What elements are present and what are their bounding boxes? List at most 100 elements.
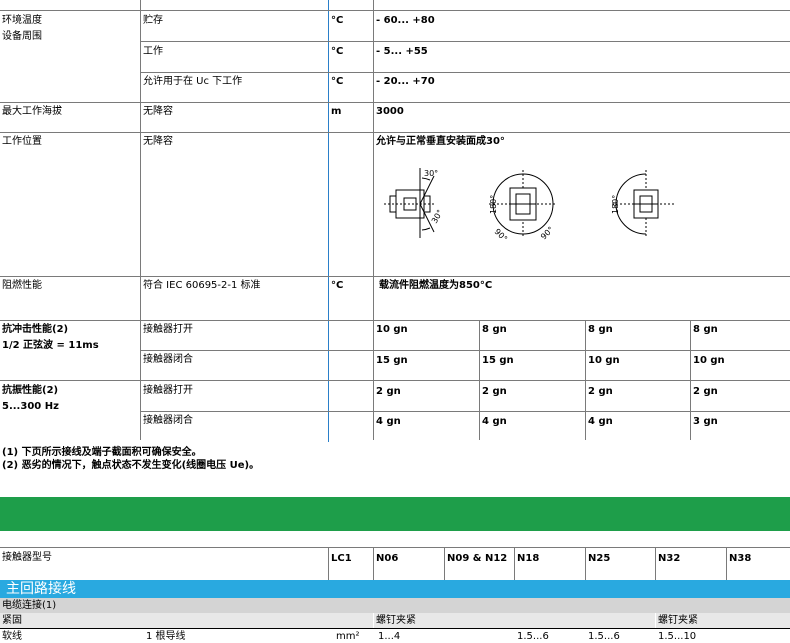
shock-condition: 接触器打开 [143, 324, 193, 335]
env-condition: 贮存 [143, 15, 163, 26]
row-divider [0, 380, 790, 381]
mounting-position-diagram: 30° 30° 180° 90° 90° 180° [384, 168, 676, 243]
contactor-model: N38 [729, 553, 752, 564]
row-divider [0, 102, 790, 103]
vibration-label: 抗振性能(2) [2, 385, 59, 396]
row-divider [0, 10, 790, 11]
row-divider [0, 320, 790, 321]
flame-condition: 符合 IEC 60695-2-1 标准 [143, 280, 261, 291]
env-unit: °C [331, 46, 344, 57]
footnote: (1) 下页所示接线及端子截面积可确保安全。 [2, 447, 202, 458]
contactor-label: 接触器型号 [2, 552, 52, 563]
row-divider [0, 628, 790, 629]
cable-label: 电缆连接(1) [2, 600, 57, 611]
column-divider [585, 547, 586, 580]
shock-value: 10 gn [588, 355, 620, 366]
column-divider [373, 547, 374, 580]
altitude-label: 最大工作海拔 [2, 106, 62, 117]
main-circuit-header [0, 580, 790, 598]
column-divider [655, 613, 656, 628]
env-unit: °C [331, 15, 344, 26]
flex-cable-value: 1...4 [378, 631, 401, 642]
vibration-value: 3 gn [693, 416, 718, 427]
flex-cable-condition: 1 根导线 [146, 631, 186, 642]
column-divider [373, 613, 374, 628]
column-divider [655, 547, 656, 580]
vibration-value: 2 gn [376, 386, 401, 397]
vibration-value: 2 gn [482, 386, 507, 397]
shock-label: 抗冲击性能(2) [2, 324, 69, 335]
angle-label: 30° [430, 208, 445, 225]
vibration-value: 4 gn [588, 416, 613, 427]
contactor-model: N06 [376, 553, 399, 564]
row-divider [140, 41, 790, 42]
env-unit: °C [331, 76, 344, 87]
env-value: - 60... +80 [376, 15, 435, 26]
position-label: 工作位置 [2, 136, 42, 147]
cable-header [0, 598, 790, 613]
flex-cable-label: 软线 [2, 631, 22, 642]
column-divider [444, 547, 445, 580]
column-divider [514, 547, 515, 580]
row-divider [0, 547, 790, 548]
shock-value: 15 gn [376, 355, 408, 366]
env-condition: 工作 [143, 46, 163, 57]
row-divider [140, 350, 790, 351]
flex-cable-value: 1.5...6 [588, 631, 620, 642]
altitude-value: 3000 [376, 106, 404, 117]
flex-cable-value: 1.5...6 [517, 631, 549, 642]
column-divider [373, 0, 374, 440]
vibration-condition: 接触器闭合 [143, 415, 193, 426]
contactor-model: N25 [588, 553, 611, 564]
angle-label: 180° [611, 195, 620, 214]
vibration-value: 4 gn [376, 416, 401, 427]
env-condition: 允许用于在 Uc 下工作 [143, 76, 243, 87]
tighten-label: 紧固 [2, 615, 22, 626]
flame-value: 载流件阻燃温度为850°C [379, 280, 493, 291]
env-value: - 5... +55 [376, 46, 428, 57]
env-sublabel: 设备周围 [2, 31, 42, 42]
row-divider [0, 132, 790, 133]
flame-label: 阻燃性能 [2, 280, 42, 291]
vibration-value: 2 gn [588, 386, 613, 397]
column-divider [726, 547, 727, 580]
vibration-value: 4 gn [482, 416, 507, 427]
row-divider [140, 72, 790, 73]
shock-sublabel: 1/2 正弦波 = 11ms [2, 340, 99, 351]
contactor-model: N09 & N12 [447, 553, 508, 564]
main-circuit-title: 主回路接线 [6, 581, 76, 597]
footnote: (2) 恶劣的情况下，触点状态不发生变化(线圈电压 Ue)。 [2, 460, 260, 471]
env-value: - 20... +70 [376, 76, 435, 87]
shock-value: 15 gn [482, 355, 514, 366]
column-divider [140, 0, 141, 440]
shock-value: 8 gn [693, 324, 718, 335]
shock-value: 10 gn [376, 324, 408, 335]
contactor-model: N32 [658, 553, 681, 564]
angle-label: 180° [489, 195, 498, 214]
vibration-sublabel: 5...300 Hz [2, 401, 59, 412]
row-divider [140, 411, 790, 412]
unit-column-border [328, 0, 329, 442]
altitude-unit: m [331, 106, 342, 117]
vibration-value: 2 gn [693, 386, 718, 397]
altitude-condition: 无降容 [143, 106, 173, 117]
shock-value: 8 gn [482, 324, 507, 335]
shock-value: 10 gn [693, 355, 725, 366]
column-divider [328, 547, 329, 580]
flame-unit: °C [331, 280, 344, 291]
position-value: 允许与正常垂直安装面成30° [376, 136, 505, 147]
contactor-model: N18 [517, 553, 540, 564]
row-divider [0, 276, 790, 277]
flex-cable-value: 1.5...10 [658, 631, 697, 642]
flex-cable-unit: mm² [336, 631, 360, 642]
section-banner [0, 497, 790, 531]
shock-value: 8 gn [588, 324, 613, 335]
position-condition: 无降容 [143, 136, 173, 147]
vibration-condition: 接触器打开 [143, 385, 193, 396]
screw-clamp-label: 螺钉夹紧 [376, 615, 416, 626]
angle-label: 30° [424, 169, 438, 178]
screw-clamp-label: 螺钉夹紧 [658, 615, 698, 626]
shock-condition: 接触器闭合 [143, 354, 193, 365]
env-label: 环境温度 [2, 15, 42, 26]
contactor-prefix: LC1 [331, 553, 352, 564]
